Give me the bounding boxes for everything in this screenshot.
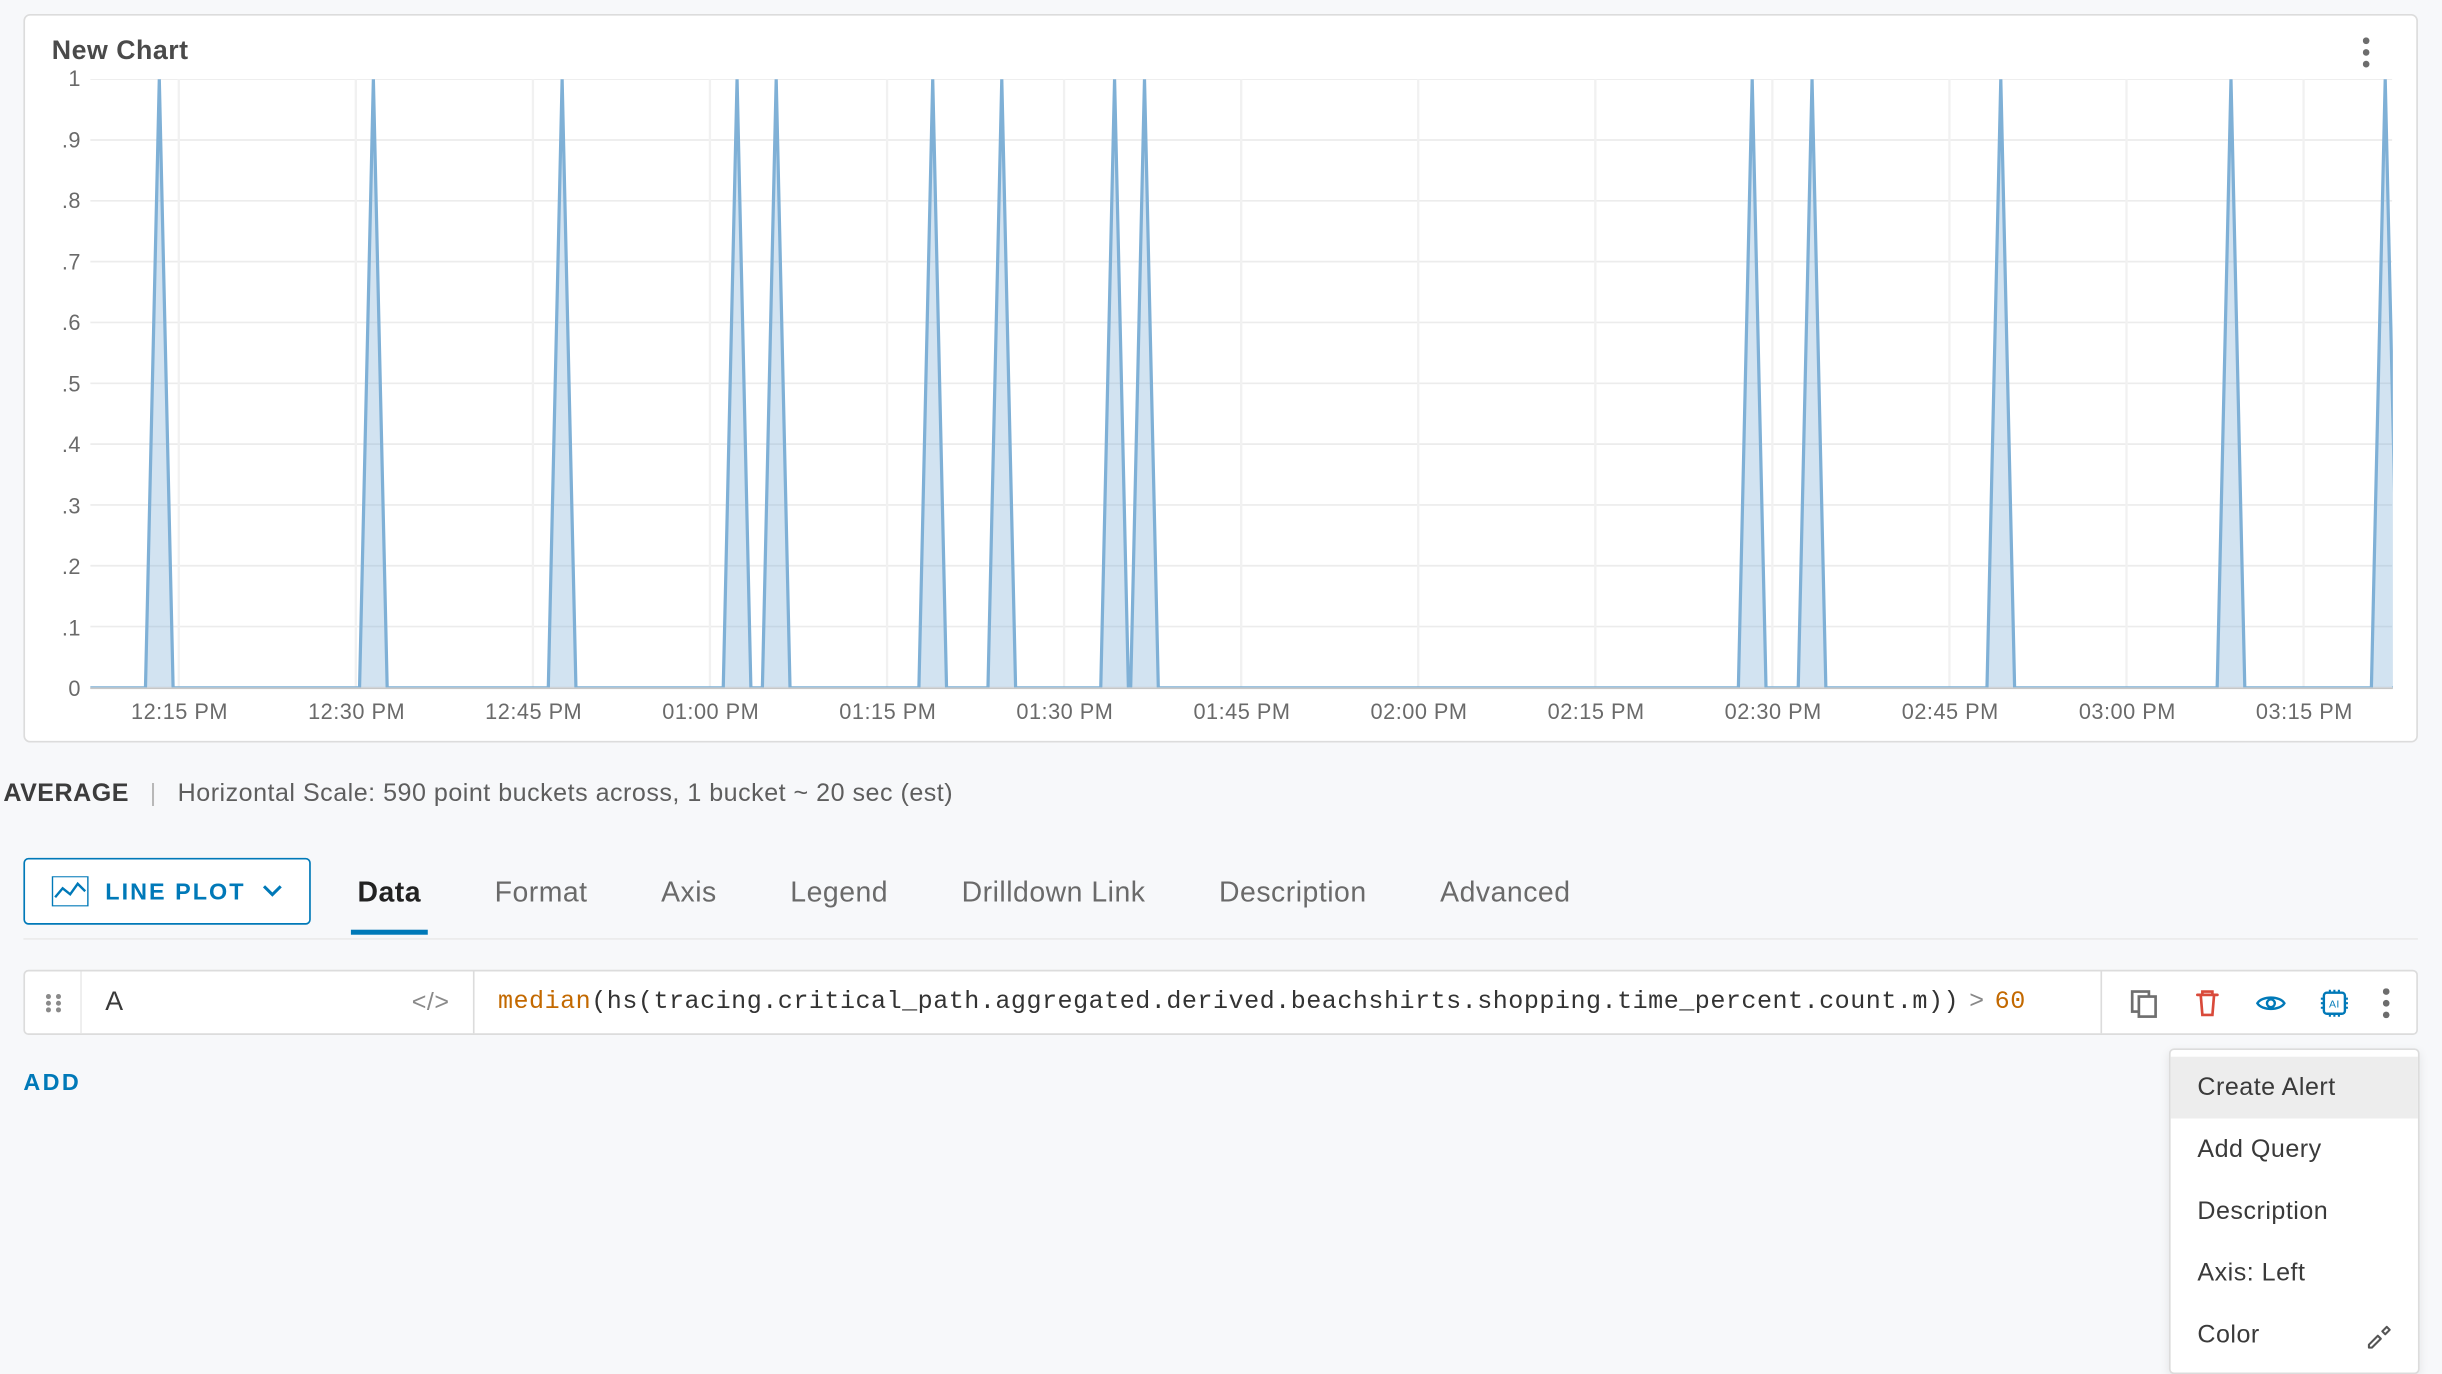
ai-chip-icon: AI	[2319, 987, 2349, 1017]
query-metric: tracing.critical_path.aggregated.derived…	[653, 988, 1928, 1016]
tab-drilldown[interactable]: Drilldown Link	[955, 876, 1152, 934]
chart-more-button[interactable]	[2346, 32, 2386, 72]
x-tick: 12:15 PM	[91, 699, 268, 724]
chart-plot-svg	[91, 79, 2393, 687]
x-tick: 02:30 PM	[1685, 699, 1862, 724]
line-plot-icon	[52, 876, 89, 906]
separator: |	[136, 779, 170, 807]
menu-item-label: Axis: Left	[2197, 1259, 2305, 1287]
trash-icon	[2192, 987, 2222, 1017]
chart-plot-wrap: 12:15 PM12:30 PM12:45 PM01:00 PM01:15 PM…	[91, 79, 2393, 734]
add-query-button[interactable]: ADD	[23, 1068, 2418, 1095]
x-tick: 03:00 PM	[2039, 699, 2216, 724]
svg-text:AI: AI	[2329, 998, 2340, 1010]
more-vertical-icon	[2383, 987, 2390, 1017]
menu-item-color[interactable]: Color	[2171, 1304, 2418, 1366]
tab-description[interactable]: Description	[1212, 876, 1373, 934]
more-vertical-icon	[2363, 37, 2370, 67]
query-visibility-toggle[interactable]	[2256, 987, 2286, 1017]
menu-item-label: Color	[2197, 1321, 2259, 1349]
plot-type-dropdown[interactable]: LINE PLOT	[23, 858, 310, 925]
menu-item-axis-left[interactable]: Axis: Left	[2171, 1242, 2418, 1304]
drag-handle-icon	[41, 991, 64, 1014]
query-delete-button[interactable]	[2192, 987, 2222, 1017]
menu-item-label: Add Query	[2197, 1135, 2321, 1163]
query-operator: >	[1959, 988, 1995, 1016]
chart-toolbar: LINE PLOT Data Format Axis Legend Drilldown …	[23, 858, 2418, 940]
menu-item-label: Description	[2197, 1197, 2328, 1225]
chart-plot[interactable]	[91, 79, 2393, 689]
x-tick: 02:00 PM	[1331, 699, 1508, 724]
x-tick: 12:45 PM	[445, 699, 622, 724]
chart-title: New Chart	[52, 37, 189, 67]
x-tick: 02:15 PM	[1508, 699, 1685, 724]
x-tick: 03:15 PM	[2216, 699, 2393, 724]
x-tick: 01:15 PM	[799, 699, 976, 724]
query-name-cell[interactable]: A </>	[82, 971, 473, 1033]
eye-icon	[2256, 987, 2286, 1017]
menu-item-label: Create Alert	[2197, 1073, 2335, 1101]
plot-type-label: LINE PLOT	[105, 878, 245, 905]
x-tick: 01:30 PM	[976, 699, 1153, 724]
query-ai-button[interactable]: AI	[2319, 987, 2349, 1017]
eyedropper-icon	[2364, 1322, 2391, 1349]
summary-metric-label: AVERAGE	[3, 779, 129, 807]
horizontal-scale-label: Horizontal Scale: 590 point buckets acro…	[178, 779, 954, 807]
x-tick: 12:30 PM	[268, 699, 445, 724]
chart-header: New Chart	[48, 32, 2392, 79]
x-tick: 01:45 PM	[1153, 699, 1330, 724]
chart-body: 1.9.8.7.6.5.4.3.2.10 12:15 PM12:30 PM12:…	[48, 79, 2392, 734]
tab-data[interactable]: Data	[351, 876, 428, 934]
menu-item-description[interactable]: Description	[2171, 1180, 2418, 1242]
query-threshold: 60	[1995, 988, 2026, 1016]
menu-item-add-query[interactable]: Add Query	[2171, 1119, 2418, 1181]
chart-tabs: Data Format Axis Legend Drilldown Link Descri…	[351, 861, 1577, 935]
query-more-menu: Create Alert Add Query Description Axis: Le…	[2169, 1048, 2420, 1374]
chart-y-axis: 1.9.8.7.6.5.4.3.2.10	[48, 79, 91, 689]
x-tick: 01:00 PM	[622, 699, 799, 724]
tab-legend[interactable]: Legend	[784, 876, 895, 934]
chevron-down-icon	[262, 885, 282, 898]
code-toggle-icon[interactable]: </>	[412, 988, 450, 1016]
chart-scale-summary: AVERAGE | Horizontal Scale: 590 point bu…	[0, 766, 2441, 818]
query-actions: AI Create AlertAdd QueryDescriptionAxis:…	[2100, 971, 2416, 1033]
chart-card: New Chart 1.9.8.7.6.5.4.3.2.10 12:15 PM1…	[23, 14, 2418, 743]
query-copy-button[interactable]	[2129, 987, 2159, 1017]
query-more-button[interactable]	[2383, 987, 2390, 1017]
tab-advanced[interactable]: Advanced	[1433, 876, 1577, 934]
query-expression-input[interactable]: median(hs(tracing.critical_path.aggregat…	[473, 971, 2101, 1033]
query-fn: median	[498, 988, 591, 1016]
menu-item-create-alert[interactable]: Create Alert	[2171, 1057, 2418, 1119]
x-tick: 02:45 PM	[1862, 699, 2039, 724]
tab-axis[interactable]: Axis	[654, 876, 723, 934]
tab-format[interactable]: Format	[488, 876, 594, 934]
copy-icon	[2129, 987, 2159, 1017]
chart-x-axis: 12:15 PM12:30 PM12:45 PM01:00 PM01:15 PM…	[91, 689, 2393, 734]
query-drag-handle[interactable]	[25, 971, 82, 1033]
query-row: A </> median(hs(tracing.critical_path.ag…	[23, 970, 2418, 1035]
query-name: A	[105, 987, 123, 1017]
query-inner-fn: hs	[607, 988, 638, 1016]
